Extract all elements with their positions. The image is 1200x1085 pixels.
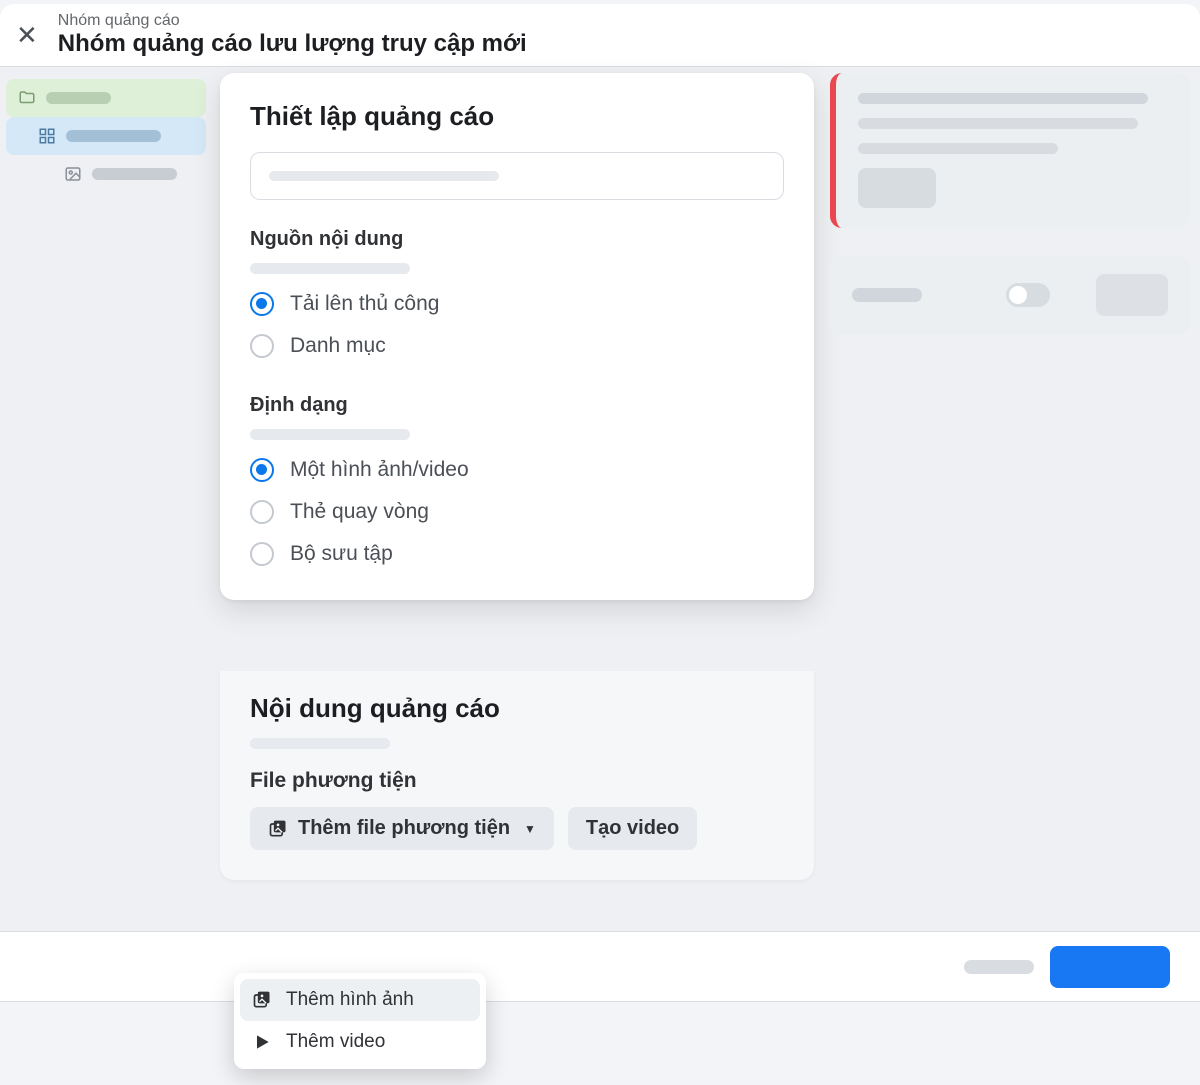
preview-toggle-card bbox=[830, 256, 1190, 334]
preview-panel bbox=[830, 73, 1190, 334]
source-section-label: Nguồn nội dung bbox=[250, 228, 784, 251]
close-icon[interactable]: ✕ bbox=[16, 20, 38, 51]
section-subtext-placeholder bbox=[250, 429, 410, 440]
header-titles: Nhóm quảng cáo Nhóm quảng cáo lưu lượng … bbox=[58, 12, 527, 58]
image-stack-icon bbox=[268, 819, 288, 839]
dropdown-item-add-image[interactable]: Thêm hình ảnh bbox=[240, 979, 480, 1021]
ad-name-input[interactable] bbox=[250, 152, 784, 200]
footer-bar bbox=[0, 931, 1200, 1001]
page-title: Nhóm quảng cáo lưu lượng truy cập mới bbox=[58, 30, 527, 58]
media-buttons: Thêm file phương tiện ▼ Tạo video bbox=[250, 807, 784, 850]
create-video-button[interactable]: Tạo video bbox=[568, 807, 697, 850]
nav-label-placeholder bbox=[92, 168, 177, 180]
ad-content-card: Nội dung quảng cáo File phương tiện Thêm… bbox=[220, 671, 814, 880]
radio-collection[interactable]: Bộ sưu tập bbox=[250, 542, 784, 566]
radio-icon bbox=[250, 542, 274, 566]
radio-single-media[interactable]: Một hình ảnh/video bbox=[250, 458, 784, 482]
placeholder-line bbox=[852, 288, 922, 302]
body-area: Thiết lập quảng cáo Nguồn nội dung Tải l… bbox=[0, 67, 1200, 1002]
preview-toggle[interactable] bbox=[1006, 283, 1050, 307]
format-section-label: Định dạng bbox=[250, 394, 784, 417]
placeholder-line bbox=[269, 171, 499, 181]
radio-icon bbox=[250, 292, 274, 316]
radio-label: Một hình ảnh/video bbox=[290, 458, 469, 482]
add-media-button[interactable]: Thêm file phương tiện ▼ bbox=[250, 807, 554, 850]
placeholder-line bbox=[858, 143, 1058, 154]
radio-manual-upload[interactable]: Tải lên thủ công bbox=[250, 292, 784, 316]
chevron-down-icon: ▼ bbox=[524, 822, 536, 836]
placeholder-line bbox=[858, 118, 1138, 129]
nav-tree bbox=[6, 79, 206, 193]
nav-item-adset[interactable] bbox=[6, 117, 206, 155]
placeholder-button[interactable] bbox=[858, 168, 936, 208]
radio-icon bbox=[250, 458, 274, 482]
radio-label: Thẻ quay vòng bbox=[290, 500, 429, 524]
dropdown-item-add-video[interactable]: Thêm video bbox=[240, 1021, 480, 1063]
nav-item-campaign[interactable] bbox=[6, 79, 206, 117]
ad-setup-card: Thiết lập quảng cáo Nguồn nội dung Tải l… bbox=[220, 73, 814, 600]
image-icon bbox=[64, 165, 82, 183]
nav-label-placeholder bbox=[46, 92, 111, 104]
radio-label: Bộ sưu tập bbox=[290, 542, 393, 566]
button-label: Thêm file phương tiện bbox=[298, 817, 510, 840]
footer-secondary-placeholder[interactable] bbox=[964, 960, 1034, 974]
footer-primary-button[interactable] bbox=[1050, 946, 1170, 988]
grid-icon bbox=[38, 127, 56, 145]
radio-catalog[interactable]: Danh mục bbox=[250, 334, 784, 358]
play-icon bbox=[252, 1032, 272, 1052]
breadcrumb: Nhóm quảng cáo bbox=[58, 12, 527, 30]
nav-item-ad[interactable] bbox=[6, 155, 206, 193]
button-label: Tạo video bbox=[586, 817, 679, 840]
radio-icon bbox=[250, 334, 274, 358]
radio-label: Danh mục bbox=[290, 334, 386, 358]
content-title: Nội dung quảng cáo bbox=[250, 693, 784, 724]
folder-icon bbox=[18, 89, 36, 107]
radio-icon bbox=[250, 500, 274, 524]
preview-error-card bbox=[830, 73, 1190, 228]
placeholder-button[interactable] bbox=[1096, 274, 1168, 316]
dropdown-label: Thêm video bbox=[286, 1031, 385, 1053]
section-subtext-placeholder bbox=[250, 738, 390, 749]
add-media-dropdown: Thêm hình ảnh Thêm video bbox=[234, 973, 486, 1069]
modal-header: ✕ Nhóm quảng cáo Nhóm quảng cáo lưu lượn… bbox=[0, 4, 1200, 67]
section-subtext-placeholder bbox=[250, 263, 410, 274]
radio-label: Tải lên thủ công bbox=[290, 292, 439, 316]
nav-label-placeholder bbox=[66, 130, 161, 142]
radio-carousel[interactable]: Thẻ quay vòng bbox=[250, 500, 784, 524]
image-stack-icon bbox=[252, 990, 272, 1010]
placeholder-line bbox=[858, 93, 1148, 104]
setup-title: Thiết lập quảng cáo bbox=[250, 101, 784, 132]
dropdown-label: Thêm hình ảnh bbox=[286, 989, 414, 1011]
media-section-label: File phương tiện bbox=[250, 769, 784, 793]
